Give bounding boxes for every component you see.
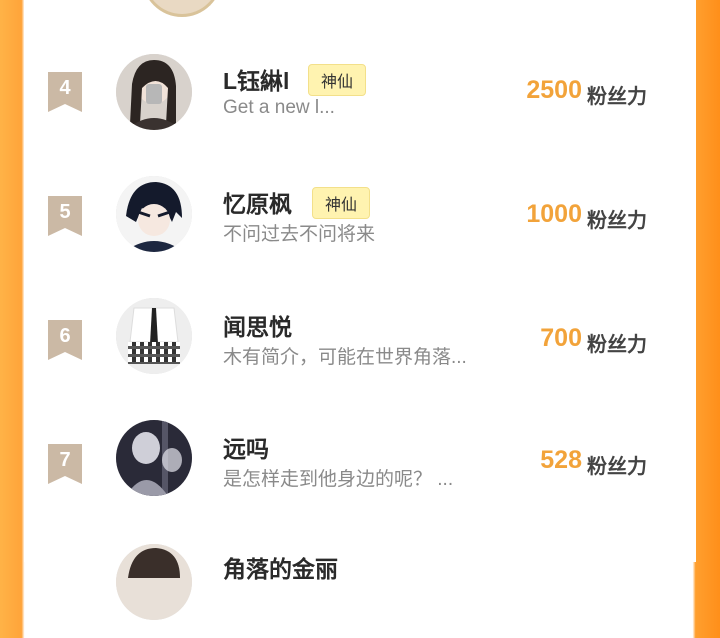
user-name[interactable]: 远吗 <box>223 430 269 464</box>
user-name[interactable]: 角落的金丽 <box>223 550 338 584</box>
fan-score-unit: 粉丝力 <box>587 210 647 232</box>
fan-score: 528 <box>540 446 582 474</box>
avatar[interactable] <box>116 544 192 620</box>
user-name[interactable]: L钰綝l <box>223 62 289 96</box>
rank-badge: 7 <box>48 444 82 484</box>
fan-score: 1000 <box>526 200 582 228</box>
list-item[interactable]: 5 忆原枫 神仙 不问过去不问将来 1000 粉丝力 <box>24 166 696 266</box>
fan-score: 2500 <box>526 76 582 104</box>
user-name[interactable]: 闻思悦 <box>223 308 292 342</box>
ranking-panel: 4 L钰綝l 神仙 Get a new l... 2500 粉丝力 5 忆原枫 … <box>24 0 696 620</box>
list-item[interactable]: 4 L钰綝l 神仙 Get a new l... 2500 粉丝力 <box>24 42 696 142</box>
list-item[interactable]: 6 闻思悦 木有简介，可能在世界角落... 700 粉丝力 <box>24 290 696 390</box>
level-badge: 神仙 <box>312 187 371 219</box>
rank-badge: 5 <box>48 196 82 236</box>
rank-badge: 6 <box>48 320 82 360</box>
user-name[interactable]: 忆原枫 <box>223 185 292 219</box>
user-bio: 是怎样走到他身边的呢？ ... <box>223 469 454 490</box>
fan-score: 700 <box>540 324 582 352</box>
list-item[interactable]: 7 远吗 是怎样走到他身边的呢？ ... 528 粉丝力 <box>24 414 696 514</box>
avatar[interactable] <box>116 176 192 252</box>
list-item[interactable]: 角落的金丽 <box>24 538 696 638</box>
avatar[interactable] <box>142 0 222 17</box>
user-bio: 木有简介，可能在世界角落... <box>223 347 467 368</box>
avatar[interactable] <box>116 54 192 130</box>
fan-score-unit: 粉丝力 <box>587 456 647 478</box>
fan-score-unit: 粉丝力 <box>587 86 647 108</box>
fan-score-unit: 粉丝力 <box>587 334 647 356</box>
avatar[interactable] <box>116 420 192 496</box>
user-bio: Get a new l... <box>223 97 335 118</box>
user-bio: 不问过去不问将来 <box>223 224 376 245</box>
avatar[interactable] <box>116 298 192 374</box>
rank-badge: 4 <box>48 72 82 112</box>
level-badge: 神仙 <box>308 64 367 96</box>
